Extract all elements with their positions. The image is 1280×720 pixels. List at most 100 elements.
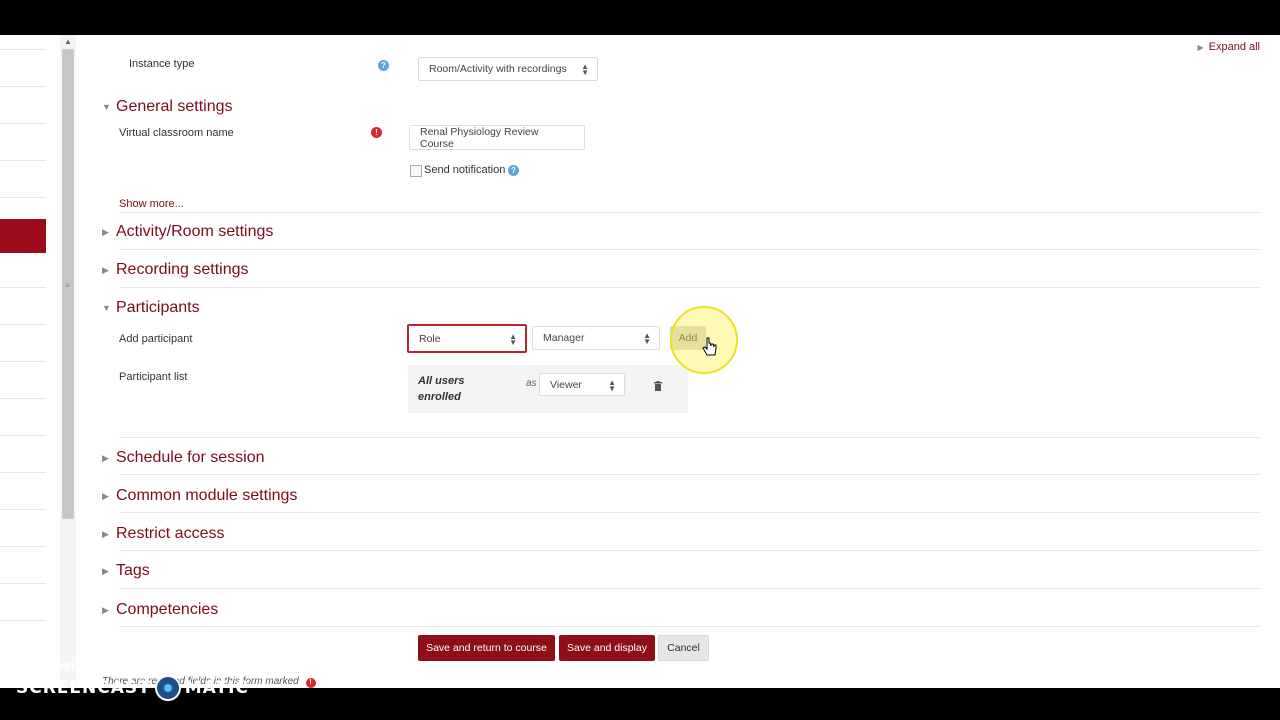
section-participants[interactable]: ▼ Participants	[102, 299, 200, 317]
nav-divider	[0, 197, 46, 198]
section-divider	[119, 437, 1261, 438]
save-and-display-button[interactable]: Save and display	[559, 635, 655, 661]
nav-divider	[0, 160, 46, 161]
cancel-button[interactable]: Cancel	[658, 635, 709, 661]
expand-triangle-icon: ▶	[102, 490, 109, 501]
pointer-cursor-icon	[702, 337, 717, 356]
nav-divider	[0, 509, 46, 510]
help-icon[interactable]: ?	[508, 165, 519, 176]
nav-divider	[0, 324, 46, 325]
section-recording-title: Recording settings	[116, 261, 249, 278]
help-icon[interactable]: ?	[378, 60, 389, 71]
participant-entry-role-value: Viewer	[550, 378, 582, 391]
section-divider	[119, 212, 1261, 213]
nav-divider	[0, 620, 46, 621]
select-arrow-icon: ▲ ▼	[643, 331, 651, 346]
select-arrow-icon: ▲ ▼	[509, 332, 517, 347]
section-restrict-title: Restrict access	[116, 525, 225, 542]
collapse-triangle-icon: ▼	[102, 102, 111, 112]
participant-list-label: Participant list	[119, 371, 188, 383]
section-tags[interactable]: ▶ Tags	[102, 562, 150, 580]
expand-triangle-icon: ▶	[102, 565, 109, 576]
participant-type-select[interactable]: Role ▲ ▼	[407, 324, 527, 353]
section-divider	[119, 474, 1261, 475]
participant-list: All users enrolled as Viewer ▲ ▼	[408, 365, 688, 413]
send-notification-checkbox[interactable]	[410, 165, 422, 177]
nav-divider	[0, 546, 46, 547]
required-icon: !	[371, 127, 382, 138]
participant-name: All users enrolled	[418, 375, 465, 403]
section-schedule-title: Schedule for session	[116, 449, 265, 466]
scroll-up-icon[interactable]: ▲	[64, 38, 72, 46]
nav-divider	[0, 398, 46, 399]
screencast-watermark: RECORDED WITH SCREENCAST MATIC	[16, 662, 249, 701]
watermark-brand-a: SCREENCAST	[16, 678, 151, 698]
nav-divider	[0, 123, 46, 124]
section-schedule[interactable]: ▶ Schedule for session	[102, 449, 265, 467]
section-activity-room-title: Activity/Room settings	[116, 223, 274, 240]
expand-all-label: Expand all	[1208, 41, 1260, 53]
instance-type-label: Instance type	[129, 58, 195, 70]
add-participant-label: Add participant	[119, 333, 193, 345]
virtual-classroom-field[interactable]: Renal Physiology Review Course	[409, 125, 585, 150]
grip-icon: ≡	[65, 281, 70, 290]
section-tags-title: Tags	[116, 562, 150, 579]
section-competencies-title: Competencies	[116, 601, 219, 618]
participant-type-value: Role	[419, 332, 441, 345]
nav-divider	[0, 49, 46, 50]
section-divider	[119, 626, 1261, 627]
section-activity-room[interactable]: ▶ Activity/Room settings	[102, 223, 273, 241]
section-recording[interactable]: ▶ Recording settings	[102, 261, 249, 279]
nav-divider	[0, 86, 46, 87]
left-nav-rail	[0, 35, 46, 688]
participant-role-value: Manager	[543, 332, 585, 344]
expand-all-link[interactable]: ▶ Expand all	[1197, 41, 1260, 53]
show-more-link[interactable]: Show more...	[119, 198, 184, 210]
trash-icon[interactable]	[654, 378, 662, 391]
nav-divider	[0, 583, 46, 584]
collapse-triangle-icon: ▼	[102, 303, 111, 313]
expand-triangle-icon: ▶	[102, 226, 109, 237]
nav-divider	[0, 287, 46, 288]
expand-triangle-icon: ▶	[102, 604, 109, 615]
nav-scrollbar[interactable]: ▲ ≡	[60, 35, 76, 688]
required-icon: !	[305, 678, 316, 688]
screencast-logo-icon	[154, 675, 181, 701]
send-notification-label: Send notification	[424, 164, 506, 176]
participant-entry-role-select[interactable]: Viewer ▲ ▼	[539, 373, 625, 396]
section-general[interactable]: ▼ General settings	[102, 98, 233, 116]
nav-divider	[0, 435, 46, 436]
browser-viewport: ▲ ≡ ▶ Expand all Instance type ? Room/Ac…	[0, 35, 1280, 688]
virtual-classroom-label: Virtual classroom name	[119, 127, 234, 139]
expand-triangle-icon: ▶	[102, 452, 109, 463]
watermark-line1: RECORDED WITH	[16, 662, 115, 673]
instance-type-value: Room/Activity with recordings	[429, 63, 567, 75]
save-and-return-button[interactable]: Save and return to course	[418, 635, 555, 661]
section-divider	[119, 512, 1261, 513]
watermark-line2: SCREENCAST MATIC	[16, 675, 249, 701]
participant-as-label: as	[526, 378, 537, 389]
section-divider	[119, 588, 1261, 589]
section-restrict-access[interactable]: ▶ Restrict access	[102, 525, 224, 543]
section-common-module-title: Common module settings	[116, 487, 298, 504]
expand-triangle-icon: ▶	[102, 528, 109, 539]
section-participants-title: Participants	[116, 299, 200, 316]
expand-triangle-icon: ▶	[102, 264, 109, 275]
virtual-classroom-value: Renal Physiology Review Course	[420, 125, 539, 150]
watermark-brand-b: MATIC	[184, 678, 249, 698]
select-arrow-icon: ▲ ▼	[581, 62, 589, 77]
nav-divider	[0, 472, 46, 473]
form-content: ▶ Expand all Instance type ? Room/Activi…	[86, 35, 1280, 688]
section-divider	[119, 550, 1261, 551]
section-divider	[119, 249, 1261, 250]
select-arrow-icon: ▲ ▼	[608, 378, 616, 393]
nav-divider	[0, 361, 46, 362]
nav-item-active[interactable]	[0, 219, 46, 253]
section-competencies[interactable]: ▶ Competencies	[102, 601, 218, 619]
section-divider	[119, 287, 1261, 288]
expand-triangle-icon: ▶	[1197, 42, 1204, 52]
section-general-title: General settings	[116, 98, 233, 115]
instance-type-select[interactable]: Room/Activity with recordings ▲ ▼	[418, 57, 598, 81]
participant-role-select[interactable]: Manager ▲ ▼	[532, 326, 660, 350]
section-common-module[interactable]: ▶ Common module settings	[102, 487, 297, 505]
